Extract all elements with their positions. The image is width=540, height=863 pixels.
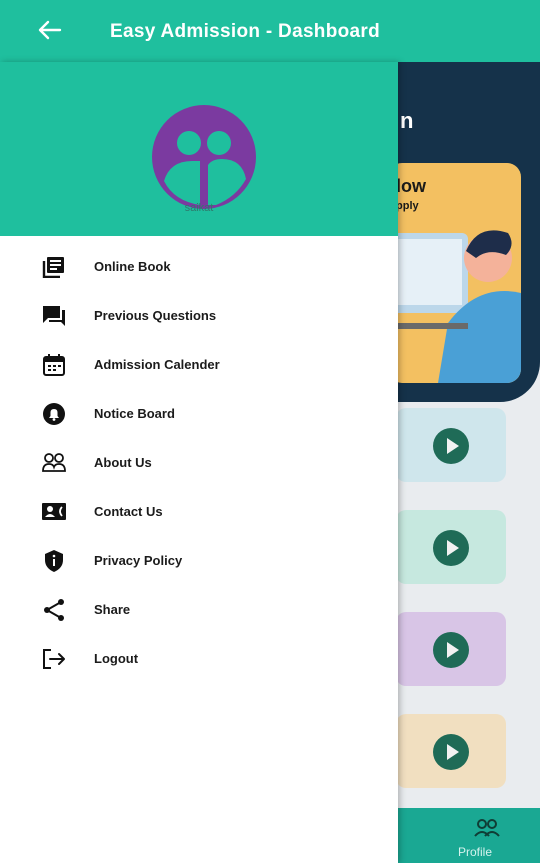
- background-card-line2: pply: [396, 200, 419, 212]
- menu-item-label: About Us: [94, 455, 152, 470]
- logout-icon: [43, 649, 65, 669]
- menu-item-label: Notice Board: [94, 406, 175, 421]
- menu-item-label: Previous Questions: [94, 308, 217, 323]
- menu-item-contact-us[interactable]: Contact Us: [0, 492, 398, 532]
- menu-item-notice-board[interactable]: Notice Board: [0, 394, 398, 434]
- profile-nav-icon: [474, 819, 500, 837]
- menu-item-privacy-policy[interactable]: Privacy Policy: [0, 541, 398, 581]
- menu-item-admission-calender[interactable]: Admission Calender: [0, 345, 398, 385]
- play-icon: [433, 632, 469, 668]
- menu-item-online-book[interactable]: Online Book: [0, 247, 398, 287]
- page-title: Easy Admission - Dashboard: [110, 21, 380, 42]
- drawer-header: saikat: [0, 62, 398, 236]
- menu-item-label: Online Book: [94, 259, 171, 274]
- avatar: [152, 105, 256, 209]
- chat-icon: [43, 306, 65, 326]
- play-icon: [433, 428, 469, 464]
- background-title-fragment: n: [400, 108, 414, 133]
- play-icon: [433, 734, 469, 770]
- menu-item-previous-questions[interactable]: Previous Questions: [0, 296, 398, 336]
- menu-item-label: Privacy Policy: [94, 553, 183, 568]
- shield-icon: [45, 550, 63, 572]
- contact-card-icon: [42, 503, 66, 520]
- menu-item-logout[interactable]: Logout: [0, 639, 398, 679]
- arrow-left-icon[interactable]: [36, 16, 64, 44]
- profile-nav-label: Profile: [458, 845, 493, 859]
- background-card-line1: low: [396, 176, 426, 196]
- menu-item-label: Admission Calender: [94, 357, 220, 372]
- people-icon: [42, 453, 66, 472]
- menu-item-share[interactable]: Share: [0, 590, 398, 630]
- play-icon: [433, 530, 469, 566]
- calendar-icon: [43, 354, 65, 376]
- username-label: saikat: [184, 202, 214, 214]
- menu-item-about-us[interactable]: About Us: [0, 443, 398, 483]
- menu-item-label: Contact Us: [94, 504, 163, 519]
- app-bar: Easy Admission - Dashboard: [0, 0, 540, 62]
- bell-icon: [43, 403, 65, 425]
- menu-item-label: Logout: [94, 651, 139, 666]
- share-icon: [44, 599, 64, 621]
- navigation-drawer: saikat Online Book Previous Questions Ad…: [0, 62, 398, 863]
- book-icon: [42, 257, 64, 278]
- menu-item-label: Share: [94, 602, 131, 617]
